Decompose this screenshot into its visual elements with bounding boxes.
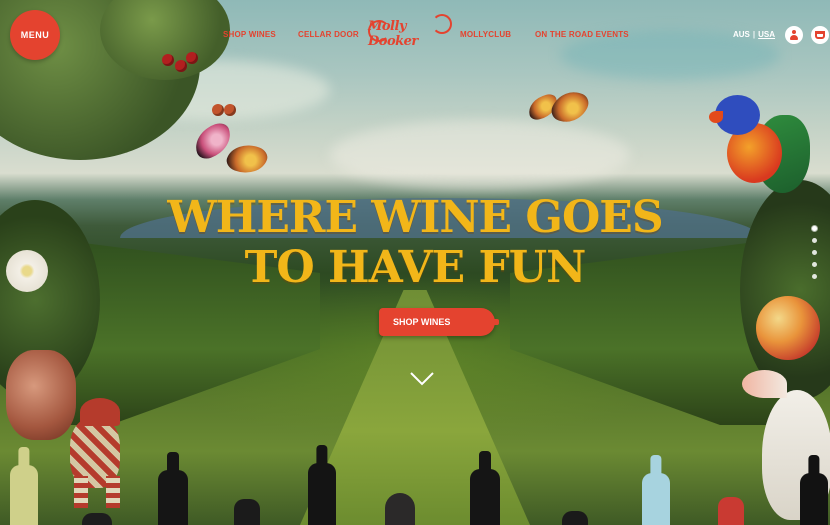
wine-bottle	[308, 445, 336, 525]
apple	[756, 296, 820, 360]
wine-bottle	[642, 455, 670, 525]
cart-icon[interactable]	[811, 26, 829, 44]
hero-headline-line1: WHERE WINE GOES	[167, 192, 663, 243]
wine-bottle	[10, 447, 38, 525]
wine-bottle	[470, 451, 500, 525]
slider-dots	[812, 226, 818, 286]
nav-shop-wines[interactable]: SHOP WINES	[223, 30, 276, 39]
slider-dot[interactable]	[812, 250, 817, 255]
wine-bottle	[234, 499, 260, 525]
region-switcher: AUS | USA	[733, 30, 775, 39]
region-usa[interactable]: USA	[758, 30, 775, 39]
wine-bottle	[718, 497, 744, 525]
nav-mollyclub[interactable]: MOLLYCLUB	[460, 30, 511, 39]
hero-headline-line2: TO HAVE FUN	[244, 242, 587, 293]
cherry	[212, 104, 224, 116]
cherry	[162, 54, 174, 66]
cherry	[224, 104, 236, 116]
butterfly-illustration	[525, 84, 592, 136]
nav-on-the-road-events[interactable]: ON THE ROAD EVENTS	[535, 30, 629, 39]
cherry	[186, 52, 198, 64]
slider-dot[interactable]	[812, 262, 817, 267]
nav-cellar-door[interactable]: CELLAR DOOR	[298, 30, 359, 39]
butterfly-illustration	[188, 120, 272, 192]
slider-dot[interactable]	[812, 274, 817, 279]
user-icon[interactable]	[785, 26, 803, 44]
wine-bottle	[158, 452, 188, 525]
wine-bottle	[385, 493, 415, 525]
hero-section: MENU SHOP WINES CELLAR DOOR Molly Dooker…	[0, 0, 830, 525]
chevron-down-icon[interactable]	[410, 372, 434, 386]
cherry	[175, 60, 187, 72]
logo-swirl	[368, 20, 390, 42]
jester-illustration	[40, 398, 160, 508]
brand-logo[interactable]: Molly Dooker	[368, 14, 452, 54]
slider-dot[interactable]	[812, 226, 817, 231]
region-aus[interactable]: AUS	[733, 30, 750, 39]
parrot-illustration	[709, 95, 810, 195]
wine-bottle	[800, 455, 828, 525]
shop-wines-cta-button[interactable]: SHOP WINES	[379, 308, 499, 336]
slider-dot[interactable]	[812, 238, 817, 243]
menu-button[interactable]: MENU	[10, 10, 60, 60]
wine-bottle	[82, 513, 112, 525]
logo-swirl	[432, 14, 452, 34]
region-separator: |	[752, 30, 756, 39]
wine-bottle	[562, 511, 588, 525]
